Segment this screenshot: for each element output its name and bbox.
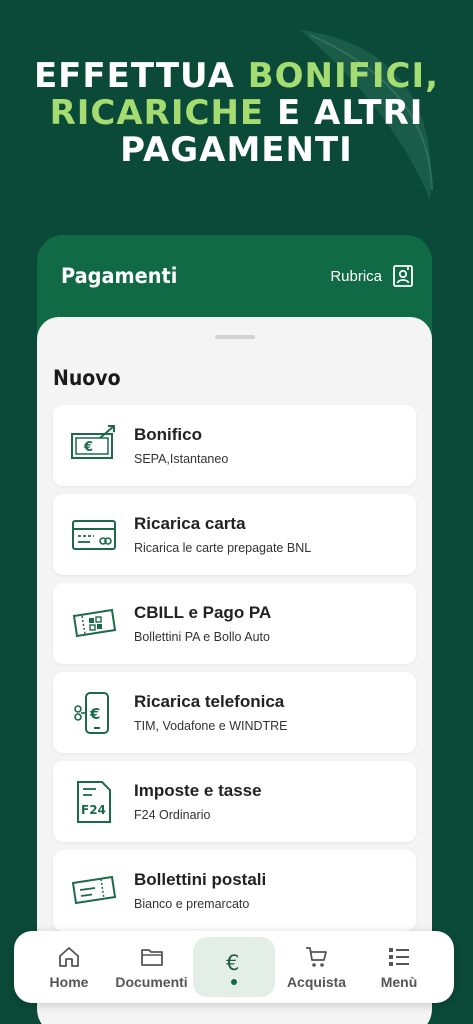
payments-sheet: Nuovo € Bonifico SEPA,Istantaneo Ricaric…	[37, 317, 432, 1024]
option-bollettini-postali[interactable]: Bollettini postali Bianco e premarcato	[53, 850, 416, 931]
svg-text:€: €	[89, 705, 100, 723]
postal-slip-icon	[71, 875, 117, 904]
option-subtitle: TIM, Vodafone e WINDTRE	[134, 719, 288, 733]
tab-label: Acquista	[286, 973, 347, 990]
promo-headline: EFFETTUA BONIFICI, RICARICHE E ALTRI PAG…	[0, 58, 473, 169]
tab-label: Menù	[380, 973, 418, 990]
active-indicator-dot	[231, 978, 237, 985]
tab-pagamenti[interactable]: €	[193, 937, 275, 997]
phone-topup-icon: €	[74, 691, 109, 734]
tab-acquista[interactable]: Acquista	[276, 937, 358, 997]
rubrica-label: Rubrica	[330, 267, 382, 285]
card-topup-icon	[72, 519, 116, 550]
tab-menu[interactable]: Menù	[358, 937, 440, 997]
option-bonifico[interactable]: € Bonifico SEPA,Istantaneo	[53, 405, 416, 486]
tab-label: Documenti	[115, 973, 188, 990]
headline-text: E ALTRI	[264, 93, 424, 133]
f24-form-icon: F24	[77, 780, 111, 823]
sheet-grabber[interactable]	[214, 335, 255, 339]
cbill-ticket-icon	[72, 608, 117, 637]
option-ricarica-telefonica[interactable]: € Ricarica telefonica TIM, Vodafone e WI…	[53, 672, 416, 753]
tab-label: Home	[49, 973, 89, 990]
option-subtitle: Bollettini PA e Bollo Auto	[134, 630, 270, 644]
rubrica-button[interactable]: Rubrica	[330, 264, 414, 288]
headline-text: EFFETTUA	[33, 56, 248, 96]
bank-transfer-icon: €	[71, 424, 115, 459]
headline-text: PAGAMENTI	[120, 130, 353, 170]
option-title: Imposte e tasse	[134, 781, 262, 800]
option-subtitle: Ricarica le carte prepagate BNL	[134, 541, 312, 555]
option-imposte-tasse[interactable]: F24 Imposte e tasse F24 Ordinario	[53, 761, 416, 842]
option-title: Ricarica carta	[134, 514, 246, 533]
euro-icon: €	[226, 951, 239, 974]
option-title: CBILL e Pago PA	[134, 603, 272, 622]
option-subtitle: SEPA,Istantaneo	[134, 452, 229, 466]
tab-documenti[interactable]: Documenti	[111, 937, 193, 997]
menu-list-icon	[389, 947, 409, 966]
address-book-icon	[393, 265, 413, 287]
svg-text:€: €	[226, 951, 239, 974]
folder-icon	[140, 948, 163, 966]
home-icon	[59, 946, 79, 967]
option-title: Ricarica telefonica	[134, 692, 285, 711]
svg-text:F24: F24	[81, 803, 106, 817]
headline-highlight: RICARICHE	[49, 93, 265, 133]
option-subtitle: F24 Ordinario	[134, 808, 211, 822]
option-title: Bollettini postali	[134, 870, 267, 889]
svg-text:€: €	[83, 440, 93, 455]
tab-home[interactable]: Home	[28, 937, 110, 997]
payments-screen: Pagamenti Rubrica Nuovo € Bonifico SEPA,…	[37, 235, 432, 1024]
option-subtitle: Bianco e premarcato	[134, 897, 250, 911]
payment-options-list: € Bonifico SEPA,Istantaneo Ricarica cart…	[53, 405, 416, 939]
option-title: Bonifico	[134, 425, 202, 444]
app-header: Pagamenti Rubrica	[37, 235, 432, 317]
section-title: Nuovo	[53, 366, 121, 390]
option-cbill-pagopa[interactable]: CBILL e Pago PA Bollettini PA e Bollo Au…	[53, 583, 416, 664]
page-title: Pagamenti	[61, 264, 178, 288]
headline-highlight: BONIFICI,	[247, 56, 440, 96]
bottom-tab-bar: Home Documenti € Acquista Menù	[14, 931, 454, 1003]
cart-icon	[305, 946, 327, 967]
option-ricarica-carta[interactable]: Ricarica carta Ricarica le carte prepaga…	[53, 494, 416, 575]
